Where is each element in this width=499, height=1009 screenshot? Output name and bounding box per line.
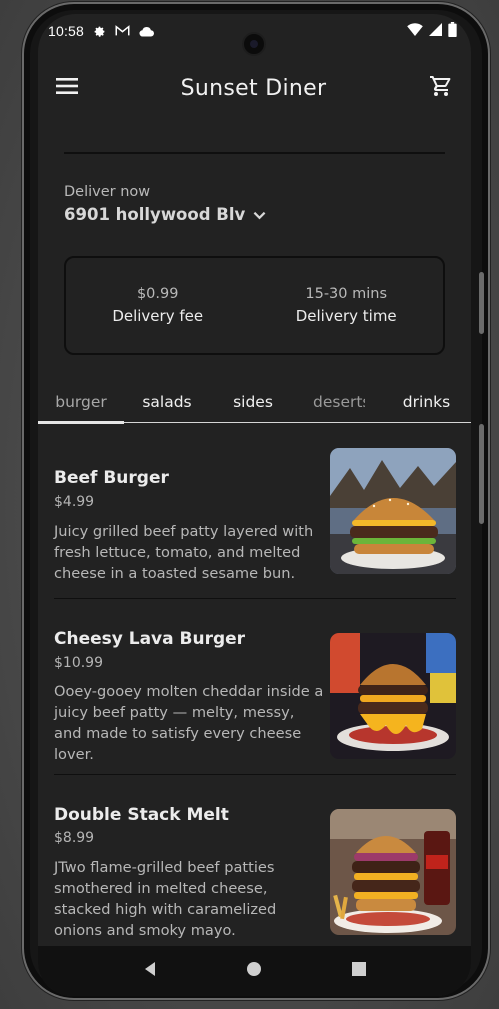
item-name: Double Stack Melt <box>54 805 229 825</box>
delivery-time-label: Delivery time <box>295 307 397 325</box>
item-name: Beef Burger <box>54 468 169 488</box>
cart-icon[interactable] <box>429 74 453 102</box>
delivery-fee-value: $0.99 <box>136 286 179 302</box>
app-title: Sunset Diner <box>180 75 327 101</box>
status-time: 10:58 <box>48 23 85 39</box>
item-image <box>330 809 456 935</box>
back-icon[interactable] <box>142 961 158 981</box>
power-button <box>479 424 484 524</box>
wifi-icon <box>407 22 423 40</box>
item-divider <box>54 774 456 775</box>
volume-button <box>479 272 484 334</box>
deliver-label: Deliver now <box>64 184 151 200</box>
item-description: JTwo flame-grilled beef patties smothere… <box>54 859 277 939</box>
menu-item[interactable]: Beef Burger $4.99 Juicy grilled beef pat… <box>54 448 456 608</box>
menu-icon[interactable] <box>56 77 78 99</box>
item-image <box>330 448 456 574</box>
divider <box>64 152 445 154</box>
deliver-section: Deliver now 6901 hollywood Blv <box>64 184 266 224</box>
delivery-fee: $0.99 Delivery fee <box>112 286 203 325</box>
front-camera <box>242 32 266 56</box>
app-screen: 10:58 Sunset Diner Deliver now 6901 holl… <box>38 14 471 996</box>
cloud-icon <box>139 26 155 37</box>
item-description: Ooey-gooey molten cheddar inside a juicy… <box>54 683 324 763</box>
item-image <box>330 633 456 759</box>
tab-salads[interactable]: salads <box>124 381 210 422</box>
battery-icon <box>448 21 457 41</box>
signal-icon <box>429 22 442 40</box>
tab-drinks[interactable]: drinks <box>382 381 471 422</box>
chevron-down-icon <box>253 205 266 224</box>
system-nav-bar <box>38 946 471 996</box>
recents-icon[interactable] <box>351 961 367 981</box>
delivery-fee-label: Delivery fee <box>112 307 204 325</box>
app-bar: Sunset Diner <box>38 58 471 118</box>
tab-sides[interactable]: sides <box>210 381 296 422</box>
menu-item[interactable]: Double Stack Melt $8.99 JTwo flame-grill… <box>54 789 456 959</box>
home-icon[interactable] <box>246 961 262 981</box>
address-selector[interactable]: 6901 hollywood Blv <box>64 205 266 224</box>
item-description: Juicy grilled beef patty layered with fr… <box>54 523 314 582</box>
tab-burger[interactable]: burger <box>38 381 124 424</box>
menu-item[interactable]: Cheesy Lava Burger $10.99 Ooey-gooey mol… <box>54 619 456 779</box>
delivery-time: 15-30 mins Delivery time <box>296 286 397 325</box>
item-price: $10.99 <box>54 655 103 671</box>
delivery-info-card: $0.99 Delivery fee 15-30 mins Delivery t… <box>64 256 445 355</box>
address-text: 6901 hollywood Blv <box>64 205 246 224</box>
item-name: Cheesy Lava Burger <box>54 629 246 649</box>
mail-icon <box>115 25 130 37</box>
delivery-time-value: 15-30 mins <box>305 286 388 302</box>
item-divider <box>54 598 456 599</box>
tab-deserts-label: deserts <box>313 392 365 411</box>
item-price: $8.99 <box>54 830 95 846</box>
tab-deserts[interactable]: deserts <box>296 381 382 422</box>
item-price: $4.99 <box>54 494 95 510</box>
category-tabs: burger salads sides deserts drinks <box>38 381 471 424</box>
settings-icon <box>93 25 106 38</box>
